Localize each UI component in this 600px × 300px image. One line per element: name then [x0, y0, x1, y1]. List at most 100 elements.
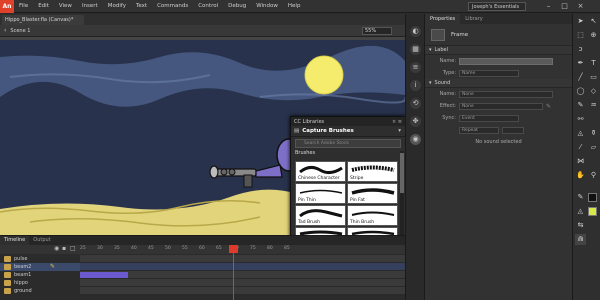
pen-tool-icon[interactable]: ✒: [575, 58, 586, 69]
lasso-icon[interactable]: ↄ: [575, 44, 586, 55]
layer-frames[interactable]: [80, 271, 405, 279]
eye-icon[interactable]: ◉: [54, 245, 59, 252]
bone-tool-icon[interactable]: ⚯: [575, 114, 586, 125]
tab-library[interactable]: Library: [460, 14, 487, 24]
oval-tool-icon[interactable]: ◯: [575, 86, 586, 97]
components-panel-icon[interactable]: ✥: [410, 116, 421, 127]
rectangle-tool-icon[interactable]: ▭: [588, 72, 599, 83]
text-tool-icon[interactable]: T: [588, 58, 599, 69]
swatches-panel-icon[interactable]: ▦: [410, 44, 421, 55]
menu-edit[interactable]: Edit: [33, 3, 54, 9]
layer-name[interactable]: hippo: [14, 279, 28, 287]
lock-icon[interactable]: ▪: [62, 245, 66, 252]
workspace-switcher[interactable]: Joseph's Essentials: [468, 2, 526, 11]
layer-row-beam2[interactable]: beam2 ✎: [0, 263, 405, 271]
brush-tad[interactable]: Tad Brush: [295, 205, 346, 226]
tween-span[interactable]: [80, 272, 128, 278]
label-section-header[interactable]: ▾ Label: [425, 46, 572, 55]
layer-row-hippo[interactable]: hippo: [0, 279, 405, 287]
menu-insert[interactable]: Insert: [77, 3, 103, 9]
menu-text[interactable]: Text: [131, 3, 152, 9]
brush-tool-icon[interactable]: ♒: [588, 100, 599, 111]
sound-name-select[interactable]: None: [459, 90, 553, 98]
stroke-color-swatch[interactable]: [588, 193, 597, 202]
hand-tool-icon[interactable]: ✋: [575, 170, 586, 181]
layer-name[interactable]: beam2: [14, 263, 31, 271]
menu-window[interactable]: Window: [251, 3, 283, 9]
stock-search-input[interactable]: Search Adobe Stock: [295, 139, 401, 148]
menu-modify[interactable]: Modify: [103, 3, 131, 9]
scroll-thumb[interactable]: [400, 153, 404, 193]
brush-thin[interactable]: Thin Brush: [347, 205, 398, 226]
layer-name[interactable]: beam1: [14, 271, 31, 279]
menu-file[interactable]: File: [14, 3, 33, 9]
transform-panel-icon[interactable]: ⟲: [410, 98, 421, 109]
pencil-tool-icon[interactable]: ✎: [575, 100, 586, 111]
polystar-tool-icon[interactable]: ◇: [588, 86, 599, 97]
menu-view[interactable]: View: [54, 3, 77, 9]
close-icon[interactable]: ×: [576, 2, 585, 11]
brush-chinese-character[interactable]: Chinese Character: [295, 161, 346, 182]
3d-rotation-icon[interactable]: ⊕: [588, 30, 599, 41]
document-tab[interactable]: Hippo_Blaster.fla (Canvas)*: [2, 15, 84, 25]
menu-commands[interactable]: Commands: [152, 3, 193, 9]
layer-frames[interactable]: [80, 255, 405, 263]
free-transform-icon[interactable]: ⬚: [575, 30, 586, 41]
maximize-icon[interactable]: □: [560, 2, 569, 11]
stroke-color-icon[interactable]: ✎: [575, 192, 586, 203]
layer-name[interactable]: pulse: [14, 255, 27, 263]
outline-icon[interactable]: □: [70, 245, 76, 252]
layer-name[interactable]: ground: [14, 287, 32, 295]
minimize-icon[interactable]: –: [544, 2, 553, 11]
fill-color-swatch[interactable]: [588, 207, 597, 216]
menu-control[interactable]: Control: [193, 3, 223, 9]
tab-properties[interactable]: Properties: [425, 14, 461, 24]
scene-label[interactable]: Scene 1: [10, 28, 30, 34]
width-tool-icon[interactable]: ⋈: [575, 156, 586, 167]
eraser-icon[interactable]: ▱: [588, 142, 599, 153]
cc-libraries-icon[interactable]: ◉: [410, 134, 421, 145]
align-panel-icon[interactable]: ≡: [410, 62, 421, 73]
tab-timeline[interactable]: Timeline: [0, 236, 30, 245]
zoom-select[interactable]: 55%: [362, 27, 392, 35]
effect-select[interactable]: None: [459, 102, 543, 110]
repeat-select[interactable]: Repeat: [459, 126, 499, 134]
layer-frames[interactable]: [80, 287, 405, 295]
label-type-select[interactable]: Name: [459, 69, 519, 77]
eyedropper-icon[interactable]: ⁄: [575, 142, 586, 153]
label-name-input[interactable]: [459, 57, 553, 65]
layer-frames[interactable]: [80, 263, 405, 271]
paint-bucket-icon[interactable]: ◬: [575, 128, 586, 139]
menu-debug[interactable]: Debug: [223, 3, 251, 9]
repeat-count-input[interactable]: [502, 126, 524, 134]
brush-pin-thin[interactable]: Pin Thin: [295, 183, 346, 204]
layer-frames[interactable]: [80, 279, 405, 287]
layer-row-pulse[interactable]: pulse: [0, 255, 405, 263]
color-panel-icon[interactable]: ◐: [410, 26, 421, 37]
brush-stripe[interactable]: Stripe: [347, 161, 398, 182]
tab-output[interactable]: Output: [29, 236, 54, 245]
cc-libraries-titlebar[interactable]: CC Libraries × ≡: [291, 117, 405, 126]
ink-bottle-icon[interactable]: ⚱: [588, 128, 599, 139]
timeline-ruler[interactable]: ◉ ▪ □ 25 30 35 40 45 50 55 60 65 70 75 8…: [0, 245, 405, 254]
info-panel-icon[interactable]: i: [410, 80, 421, 91]
back-arrow-icon[interactable]: ‹: [4, 27, 6, 34]
layer-row-beam1[interactable]: beam1: [0, 271, 405, 279]
line-tool-icon[interactable]: ╱: [575, 72, 586, 83]
selection-tool-icon[interactable]: ➤: [575, 16, 586, 27]
playhead[interactable]: [233, 245, 234, 300]
panel-close-icon[interactable]: × ≡: [392, 119, 402, 125]
library-selector[interactable]: ▤ Capture Brushes ▾: [291, 126, 405, 137]
sound-section-header[interactable]: ▾ Sound: [425, 79, 572, 88]
swap-colors-icon[interactable]: ⇆: [575, 220, 586, 231]
chevron-down-icon[interactable]: ▾: [398, 128, 401, 134]
pencil-icon[interactable]: ✎: [546, 103, 551, 110]
fill-color-icon[interactable]: ◬: [575, 206, 586, 217]
cc-scrollbar[interactable]: [400, 151, 404, 236]
zoom-tool-icon[interactable]: ⚲: [588, 170, 599, 181]
snap-to-objects-icon[interactable]: ⋒: [575, 234, 586, 245]
brush-pin-fat[interactable]: Pin Fat: [347, 183, 398, 204]
sync-select[interactable]: Event: [459, 114, 519, 122]
layer-row-ground[interactable]: ground: [0, 287, 405, 295]
subselection-tool-icon[interactable]: ↖: [588, 16, 599, 27]
